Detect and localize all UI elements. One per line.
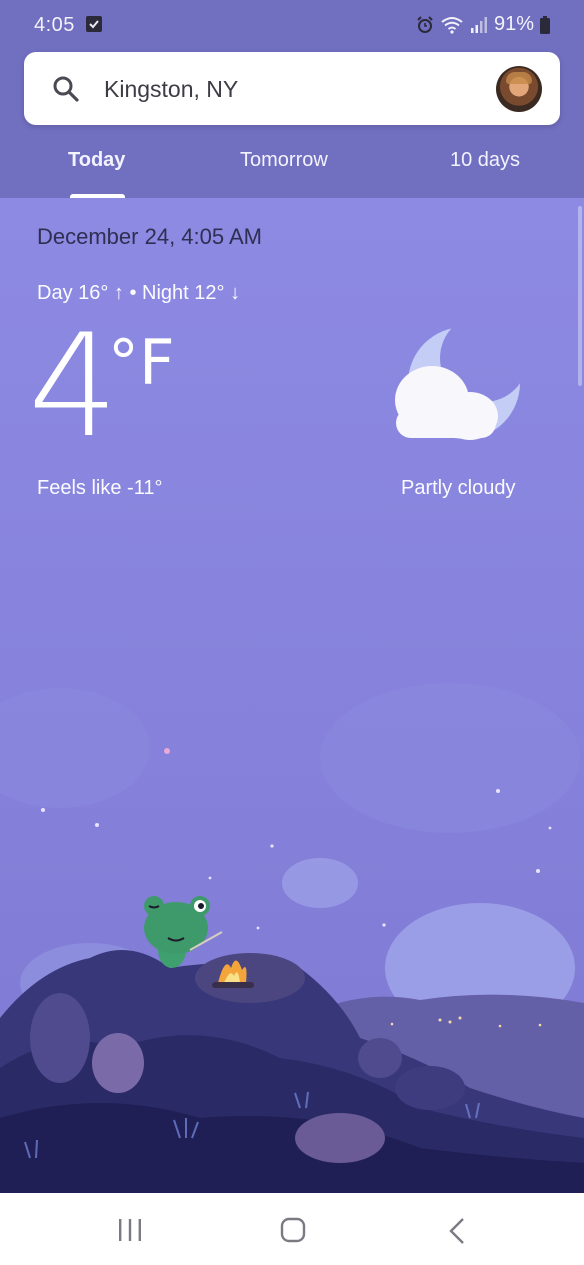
feels-like: Feels like -11° [37, 477, 163, 499]
frog-campfire-illustration [0, 683, 584, 1193]
wifi-icon [441, 16, 463, 34]
tab-today[interactable]: Today [68, 149, 125, 172]
status-bar: 4:05 91% [0, 0, 584, 50]
signal-icon [470, 16, 487, 33]
home-icon[interactable] [280, 1217, 306, 1243]
navigation-bar [0, 1193, 584, 1265]
condition-text: Partly cloudy [401, 477, 516, 499]
search-location-text[interactable]: Kingston, NY [104, 76, 238, 103]
battery-icon [540, 15, 550, 34]
tab-10-days[interactable]: 10 days [450, 149, 520, 172]
recents-icon[interactable] [118, 1217, 142, 1243]
tab-bar: Today Tomorrow 10 days [0, 140, 584, 198]
tab-tomorrow[interactable]: Tomorrow [240, 149, 328, 172]
header: 4:05 91% Kingston, NY Today Tomorrow 10 … [0, 0, 584, 198]
search-icon[interactable] [52, 75, 80, 103]
battery-percentage: 91% [493, 13, 534, 35]
day-night-temps: Day 16° ↑ • Night 12° ↓ [37, 282, 241, 304]
status-right: 91% [416, 13, 550, 36]
checkbox-notification-icon [86, 16, 102, 32]
status-time: 4:05 [34, 14, 75, 36]
date-time: December 24, 4:05 AM [37, 224, 263, 249]
alarm-icon [417, 15, 433, 33]
search-bar[interactable]: Kingston, NY [24, 52, 560, 125]
scrollbar[interactable] [578, 206, 582, 386]
weather-panel[interactable]: December 24, 4:05 AM Day 16° ↑ • Night 1… [0, 198, 584, 1193]
avatar[interactable] [496, 66, 542, 112]
back-icon[interactable] [448, 1217, 466, 1245]
temperature-unit[interactable]: °F [108, 326, 175, 399]
current-temperature: 4 [28, 304, 119, 469]
partly-cloudy-night-icon [395, 328, 520, 440]
